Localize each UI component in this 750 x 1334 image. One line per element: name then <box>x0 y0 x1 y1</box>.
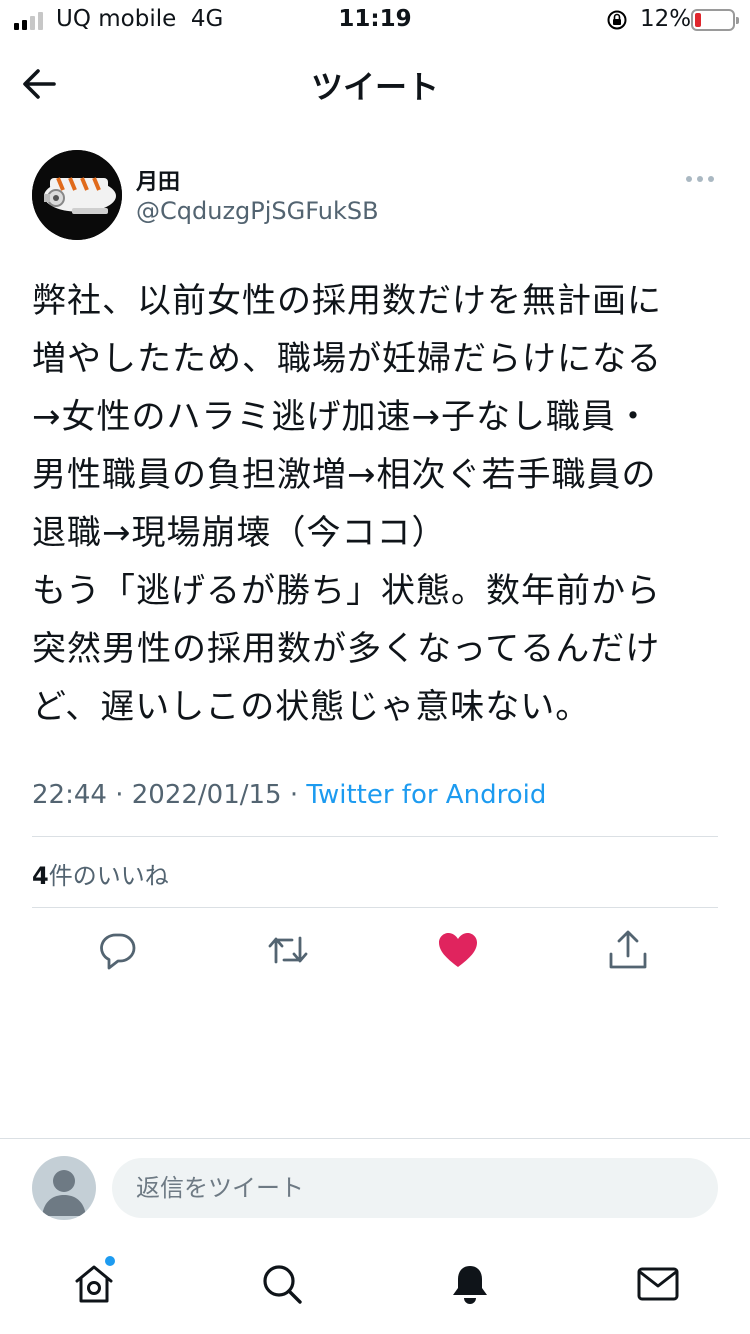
composer-divider <box>0 1138 750 1139</box>
orientation-lock-icon <box>607 10 627 30</box>
likes-number: 4 <box>32 862 49 890</box>
tweet-text-line: 突然男性の採用数が多くなってるんだけ <box>32 629 661 669</box>
tweet-text-line: 弊社、以前女性の採用数だけを無計画に <box>32 281 662 321</box>
bell-icon[interactable] <box>448 1262 492 1306</box>
tweet-text-line: 増やしたため、職場が妊婦だらけになる <box>32 339 662 379</box>
speech-bubble-icon[interactable] <box>96 928 140 972</box>
user-handle[interactable]: @CqduzgPjSGFukSB <box>136 197 379 225</box>
tweet-text-line: もう「逃げるが勝ち」状態。数年前から <box>32 571 661 611</box>
divider <box>32 836 718 837</box>
tweet-date: 2022/01/15 <box>131 780 282 810</box>
avatar[interactable] <box>32 150 122 240</box>
tweet-text-line: ど、遅いしこの状態じゃ意味ない。 <box>32 687 591 727</box>
tweet-text-line: 退職→現場崩壊（今ココ） <box>32 513 447 553</box>
default-avatar-icon <box>42 1170 86 1216</box>
heart-icon[interactable] <box>436 928 480 972</box>
mail-icon[interactable] <box>636 1262 680 1306</box>
retweet-icon[interactable] <box>266 928 310 972</box>
home-icon[interactable] <box>72 1262 116 1306</box>
tweet-text: 弊社、以前女性の採用数だけを無計画に 増やしたため、職場が妊婦だらけになる →女… <box>32 272 722 736</box>
status-bar: UQ mobile 4G 11:19 12% <box>0 0 750 40</box>
divider <box>32 907 718 908</box>
display-name[interactable]: 月田 <box>136 164 180 196</box>
more-options-icon[interactable] <box>680 168 720 190</box>
tweet-source-link[interactable]: Twitter for Android <box>306 780 546 810</box>
likes-count[interactable]: 4件のいいね <box>32 856 169 891</box>
share-icon[interactable] <box>606 928 650 972</box>
battery-percent: 12% <box>640 6 692 32</box>
tweet-text-line: 男性職員の負担激増→相次ぐ若手職員の <box>32 455 657 495</box>
user-avatar[interactable] <box>32 1156 96 1220</box>
likes-label: 件のいいね <box>48 862 169 890</box>
status-time: 11:19 <box>338 6 412 32</box>
tweet-text-line: →女性のハラミ逃げ加速→子なし職員・ <box>32 397 651 437</box>
avatar-image <box>32 150 122 240</box>
page-title: ツイート <box>310 68 439 106</box>
header: ツイート <box>0 42 750 126</box>
tweet-meta: 22:44 · 2022/01/15 · Twitter for Android <box>32 780 547 810</box>
reply-input[interactable]: 返信をツイート <box>112 1158 718 1218</box>
battery-icon <box>691 9 739 31</box>
search-icon[interactable] <box>260 1262 304 1306</box>
tweet-time: 22:44 <box>32 780 107 810</box>
notification-dot <box>105 1256 115 1266</box>
